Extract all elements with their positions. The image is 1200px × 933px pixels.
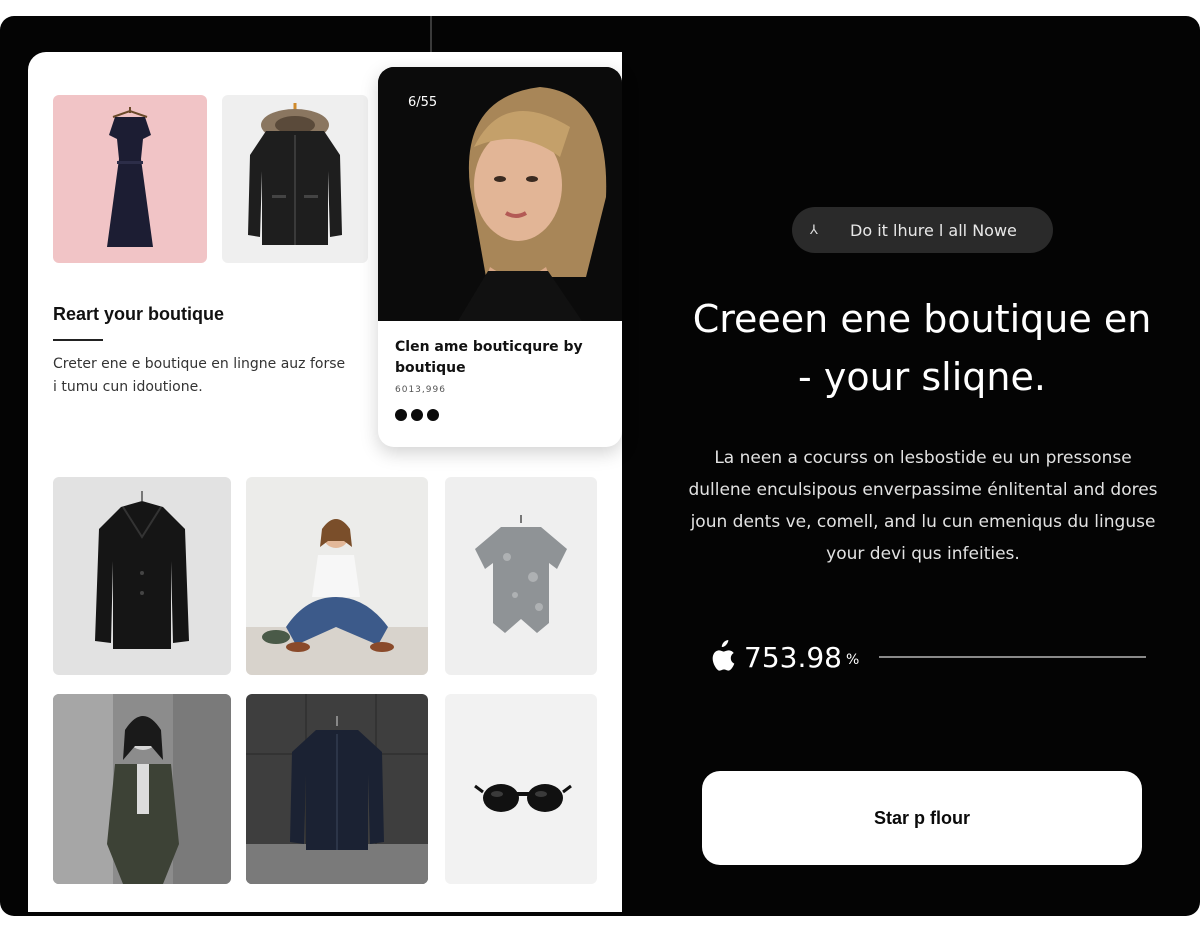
- intro-description: Creter ene e boutique en lingne auz fors…: [53, 356, 346, 395]
- pill-label: Do it lhure l all Nowe: [850, 220, 1017, 240]
- slide-counter: 6/55: [408, 95, 438, 110]
- parka-image: [222, 95, 368, 263]
- product-parka-tile[interactable]: [222, 95, 368, 263]
- navy-jacket-image: [246, 694, 428, 884]
- featured-photo: 6/55: [378, 67, 622, 321]
- featured-card[interactable]: 6/55 Clen ame bouticqure by boutique 601…: [378, 67, 622, 447]
- product-dress-tile[interactable]: [53, 95, 207, 263]
- product-model-jacket-tile[interactable]: [53, 694, 231, 884]
- announcement-pill[interactable]: ⅄ Do it lhure l all Nowe: [792, 207, 1053, 253]
- hero-headline: Creeen ene boutique en - your sliqne.: [692, 297, 1152, 399]
- arrow-mark-icon: ⅄: [810, 222, 818, 238]
- dot-2[interactable]: [411, 409, 423, 421]
- shirt-image: [445, 477, 597, 675]
- start-button[interactable]: Star p flour: [702, 771, 1142, 865]
- intro-block: Reart your boutique Creter ene e boutiqu…: [53, 304, 353, 399]
- dot-1[interactable]: [395, 409, 407, 421]
- product-shirt-tile[interactable]: [445, 477, 597, 675]
- product-model-sitting-tile[interactable]: [246, 477, 428, 675]
- sitting-model-image: [246, 477, 428, 675]
- hero-body: La neen a cocurss on lesbostide eu un pr…: [688, 448, 1158, 564]
- carousel-dots[interactable]: [395, 409, 610, 421]
- jacket-model-image: [53, 694, 231, 884]
- price-divider: [879, 656, 1146, 658]
- coat-image: [53, 477, 231, 675]
- card-subtitle: 6013,996: [395, 385, 446, 395]
- price-row: 753.98 %: [706, 640, 1146, 674]
- price-value: 753.98: [744, 640, 842, 674]
- card-title: Clen ame bouticqure by boutique: [395, 339, 583, 376]
- card-body: Clen ame bouticqure by boutique 6013,996: [395, 337, 610, 421]
- hero-section: ⅄ Do it lhure l all Nowe Creeen ene bout…: [622, 32, 1200, 916]
- product-coat-tile[interactable]: [53, 477, 231, 675]
- dot-3[interactable]: [427, 409, 439, 421]
- product-navy-jacket-tile[interactable]: [246, 694, 428, 884]
- price-unit: %: [845, 652, 860, 668]
- apple-icon: [712, 640, 735, 671]
- intro-title: Reart your boutique: [53, 304, 225, 324]
- dress-image: [53, 95, 207, 263]
- intro-divider: [53, 339, 103, 341]
- product-sunglasses-tile[interactable]: [445, 694, 597, 884]
- sunglasses-image: [445, 694, 597, 884]
